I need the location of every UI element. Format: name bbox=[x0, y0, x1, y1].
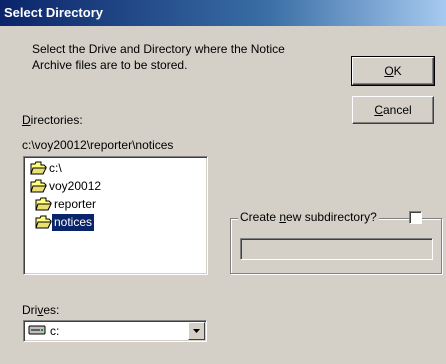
selected-drive: c: bbox=[50, 324, 60, 338]
current-path-text: c:\voy20012\reporter\notices bbox=[22, 138, 174, 152]
select-directory-dialog: Select Directory Select the Drive and Di… bbox=[0, 0, 446, 364]
create-subdirectory-label: Create new subdirectory? bbox=[238, 210, 379, 224]
drive-icon bbox=[28, 325, 46, 339]
create-subdirectory-checkbox[interactable] bbox=[409, 211, 422, 224]
title-bar[interactable]: Select Directory bbox=[0, 0, 446, 26]
tree-item-reporter[interactable]: reporter bbox=[35, 196, 98, 213]
tree-item-root[interactable]: c:\ bbox=[30, 160, 64, 177]
instructions-text: Select the Drive and Directory where the… bbox=[32, 42, 285, 72]
drives-select[interactable]: c: bbox=[23, 320, 207, 342]
directory-tree[interactable]: c:\ voy20012 reporter notices bbox=[23, 156, 208, 275]
drives-dropdown-button[interactable] bbox=[188, 322, 205, 340]
open-folder-icon bbox=[30, 161, 47, 175]
new-subdirectory-input[interactable] bbox=[240, 238, 433, 260]
tree-item-notices[interactable]: notices bbox=[35, 214, 95, 231]
window-title: Select Directory bbox=[4, 5, 103, 20]
drives-label: Drives: bbox=[22, 303, 60, 317]
open-folder-icon bbox=[35, 215, 52, 229]
open-folder-icon bbox=[30, 179, 47, 193]
chevron-down-icon bbox=[189, 328, 204, 342]
tree-item-voy20012[interactable]: voy20012 bbox=[30, 178, 103, 195]
cancel-button[interactable]: Cancel bbox=[352, 96, 434, 124]
ok-button[interactable]: OK bbox=[351, 56, 435, 86]
directories-label: Directories: bbox=[22, 113, 83, 127]
open-folder-icon bbox=[35, 197, 52, 211]
